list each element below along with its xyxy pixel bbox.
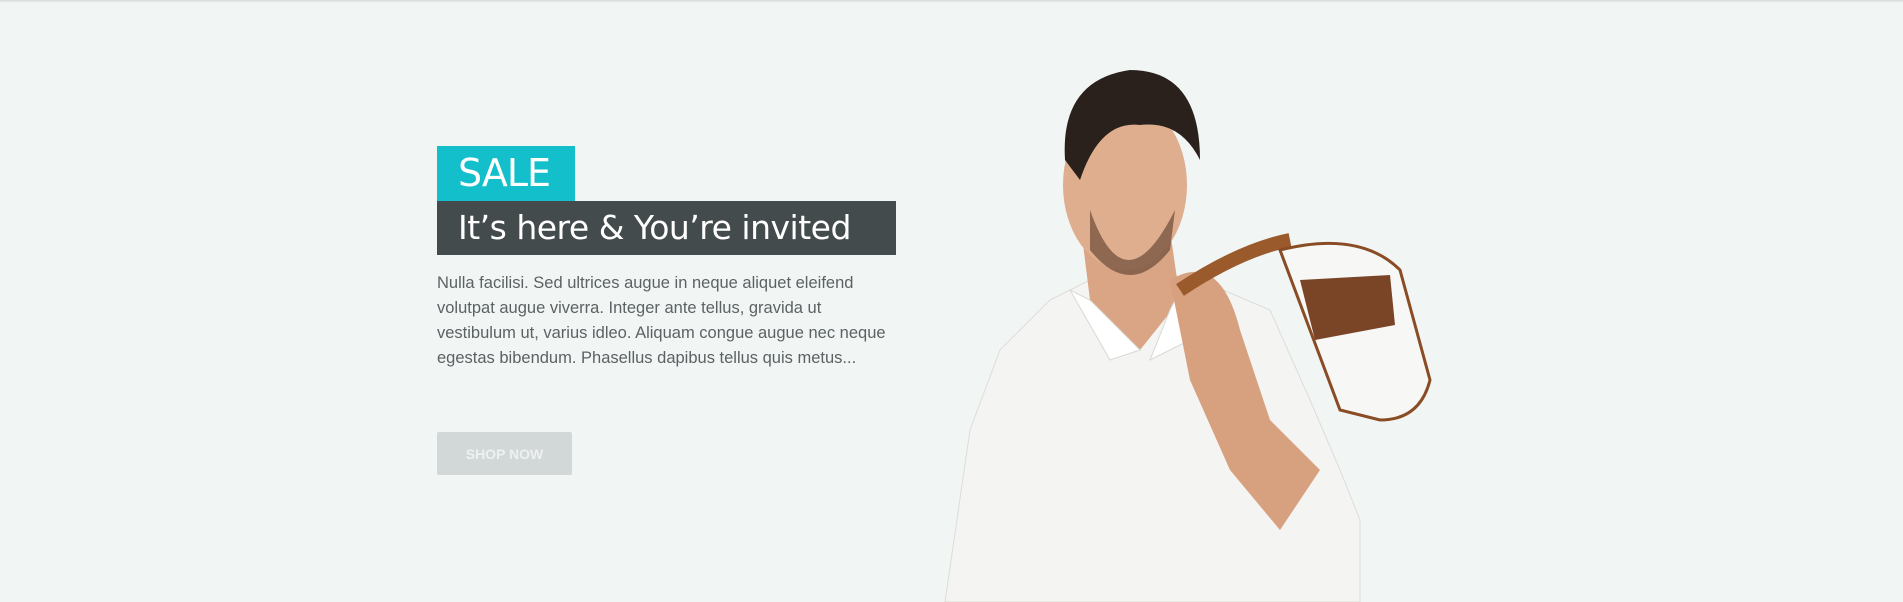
- hero-model-image: [944, 70, 1432, 602]
- banner-headline: It’s here & You’re invited: [437, 201, 896, 255]
- sale-badge: SALE: [437, 146, 575, 201]
- banner-description: Nulla facilisi. Sed ultrices augue in ne…: [437, 274, 886, 367]
- header-shadow: [0, 0, 1903, 3]
- shop-now-button[interactable]: SHOP NOW: [437, 432, 572, 475]
